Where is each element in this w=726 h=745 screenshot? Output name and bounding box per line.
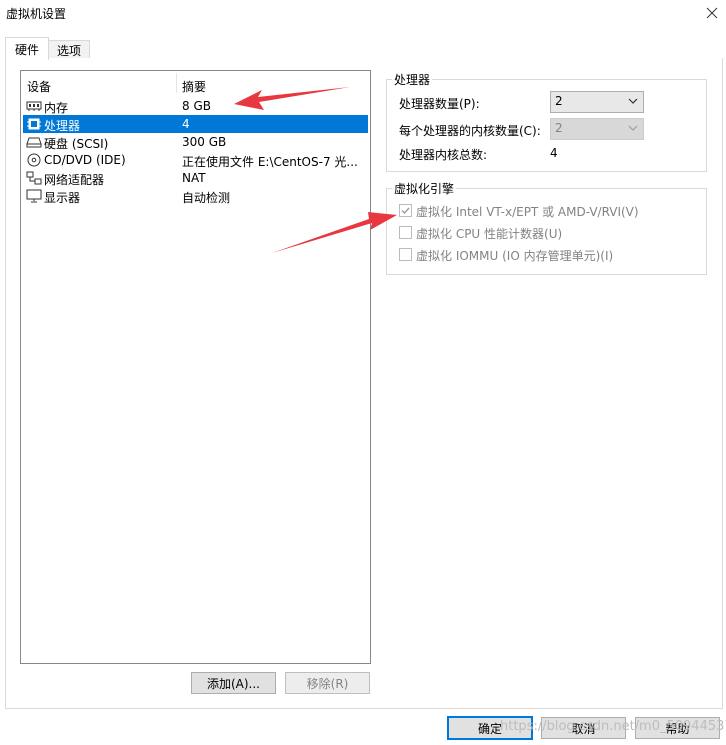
chevron-down-icon — [628, 125, 638, 131]
device-row-hard-disk[interactable]: 硬盘 (SCSI) 300 GB — [23, 133, 368, 151]
processor-count-value: 2 — [555, 94, 563, 108]
network-adapter-icon — [26, 171, 42, 185]
cores-per-processor-select[interactable]: 2 — [550, 118, 644, 140]
device-name: 内存 — [44, 101, 69, 115]
memory-icon — [26, 101, 42, 111]
device-name: 显示器 — [44, 191, 81, 205]
virtualize-vtx-label: 虚拟化 Intel VT-x/EPT 或 AMD-V/RVI(V) — [416, 205, 639, 219]
device-row-display[interactable]: 显示器 自动检测 — [23, 187, 368, 205]
total-cores-label: 处理器内核总数: — [399, 148, 488, 162]
device-row-memory[interactable]: 内存 8 GB — [23, 97, 368, 115]
watermark-text: https://blog.csdn.net/m0_50944537 — [500, 719, 726, 734]
virtualize-cpu-counters-checkbox[interactable] — [399, 226, 412, 239]
device-summary: 4 — [182, 117, 190, 131]
device-name: 硬盘 (SCSI) — [44, 137, 109, 151]
processor-group-title: 处理器 — [392, 71, 433, 88]
processor-count-select[interactable]: 2 — [550, 91, 644, 113]
device-summary: 正在使用文件 E:\CentOS-7 光... — [182, 155, 358, 169]
virtualize-iommu-label: 虚拟化 IOMMU (IO 内存管理单元)(I) — [416, 249, 614, 263]
checkmark-icon — [401, 207, 410, 215]
virtualize-cpu-counters-label: 虚拟化 CPU 性能计数器(U) — [416, 227, 563, 241]
device-row-cd-dvd[interactable]: CD/DVD (IDE) 正在使用文件 E:\CentOS-7 光... — [23, 151, 368, 169]
device-name: 网络适配器 — [44, 173, 105, 187]
device-row-network-adapter[interactable]: 网络适配器 NAT — [23, 169, 368, 187]
cores-per-processor-value: 2 — [555, 121, 563, 135]
processor-count-label: 处理器数量(P): — [399, 97, 480, 111]
device-name: 处理器 — [44, 119, 81, 133]
window-title: 虚拟机设置 — [6, 7, 67, 21]
device-row-processor[interactable]: 处理器 4 — [23, 115, 368, 133]
close-button[interactable] — [700, 1, 724, 25]
chevron-down-icon — [628, 98, 638, 104]
remove-device-button[interactable]: 移除(R) — [285, 672, 370, 694]
device-name: CD/DVD (IDE) — [44, 153, 126, 167]
column-header-device[interactable]: 设备 — [27, 78, 51, 95]
processor-icon — [27, 118, 41, 130]
cd-dvd-icon — [27, 153, 41, 167]
virtualize-vtx-checkbox[interactable] — [399, 204, 412, 217]
cores-per-processor-label: 每个处理器的内核数量(C): — [399, 124, 541, 138]
device-summary: NAT — [182, 171, 206, 185]
display-icon — [26, 189, 42, 203]
device-list[interactable]: 设备 摘要 内存 8 GB 处理器 4 硬盘 (SCSI) 300 GB CD/… — [20, 70, 371, 664]
hard-disk-icon — [26, 137, 42, 148]
device-summary: 300 GB — [182, 135, 227, 149]
tab-hardware-label: 硬件 — [14, 42, 39, 57]
add-device-button[interactable]: 添加(A)... — [191, 672, 276, 694]
tab-options-label: 选项 — [56, 43, 81, 58]
column-divider[interactable] — [176, 73, 177, 93]
device-summary: 8 GB — [182, 99, 211, 113]
total-cores-value: 4 — [550, 146, 558, 160]
virtualization-group-title: 虚拟化引擎 — [392, 180, 457, 197]
virtualize-iommu-checkbox[interactable] — [399, 248, 412, 261]
close-icon — [706, 7, 718, 19]
tab-hardware[interactable]: 硬件 — [5, 37, 49, 60]
device-summary: 自动检测 — [182, 191, 231, 205]
column-header-summary[interactable]: 摘要 — [182, 78, 206, 95]
tab-options[interactable]: 选项 — [48, 40, 90, 59]
